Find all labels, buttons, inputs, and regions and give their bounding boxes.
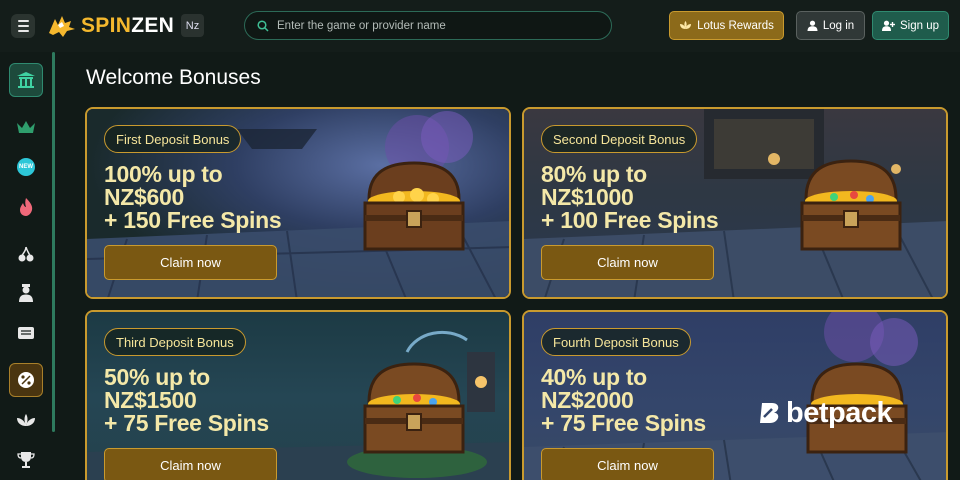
treasure-chest-illustration bbox=[800, 159, 902, 251]
offer-spins: + 75 Free Spins bbox=[104, 410, 269, 436]
wolf-logo-icon bbox=[49, 16, 75, 37]
bonus-offer: 80% up to NZ$1000 + 100 Free Spins bbox=[541, 161, 719, 233]
bonus-card: Fourth Deposit Bonus 40% up to NZ$2000 +… bbox=[522, 310, 948, 480]
search-icon bbox=[257, 19, 269, 32]
crown-icon bbox=[17, 120, 35, 133]
bonus-card: Third Deposit Bonus 50% up to NZ$1500 + … bbox=[85, 310, 511, 480]
offer-percent: 40% up to bbox=[541, 364, 647, 390]
top-header: SPINZEN Nz Lotus Rewards Log in Sign up bbox=[0, 0, 960, 52]
offer-percent: 100% up to bbox=[104, 161, 223, 187]
fire-icon bbox=[20, 198, 33, 216]
signup-button[interactable]: Sign up bbox=[872, 11, 949, 40]
offer-spins: + 150 Free Spins bbox=[104, 207, 282, 233]
signup-label: Sign up bbox=[899, 19, 939, 32]
bonus-offer: 100% up to NZ$600 + 150 Free Spins bbox=[104, 161, 282, 233]
page-title: Welcome Bonuses bbox=[86, 66, 261, 89]
claim-now-button[interactable]: Claim now bbox=[541, 245, 714, 280]
bonus-offer: 50% up to NZ$1500 + 75 Free Spins bbox=[104, 366, 269, 435]
login-label: Log in bbox=[822, 19, 855, 32]
betpack-logo-icon bbox=[760, 403, 779, 423]
claim-now-button[interactable]: Claim now bbox=[104, 245, 277, 280]
bonus-badge: Second Deposit Bonus bbox=[541, 125, 698, 153]
bonus-offer: 40% up to NZ$2000 + 75 Free Spins bbox=[541, 366, 706, 435]
bonus-badge: First Deposit Bonus bbox=[104, 125, 242, 153]
lotus-rewards-label: Lotus Rewards bbox=[697, 19, 774, 32]
sidebar-item-new[interactable]: NEW bbox=[9, 150, 43, 184]
sidebar-item-home[interactable] bbox=[9, 63, 43, 97]
lotus-icon bbox=[17, 414, 35, 426]
offer-amount: NZ$2000 bbox=[541, 387, 634, 413]
trophy-icon bbox=[17, 452, 35, 468]
new-badge-icon: NEW bbox=[17, 158, 35, 176]
percent-icon bbox=[18, 372, 34, 388]
offer-amount: NZ$1000 bbox=[541, 184, 634, 210]
temple-icon bbox=[17, 72, 35, 88]
search-bar[interactable] bbox=[244, 11, 612, 40]
sidebar-scrollbar[interactable] bbox=[52, 52, 55, 432]
ticket-icon bbox=[18, 327, 34, 339]
sidebar-item-hot[interactable] bbox=[9, 190, 43, 224]
cherries-icon bbox=[18, 246, 34, 262]
offer-percent: 80% up to bbox=[541, 161, 647, 187]
hamburger-menu-icon[interactable] bbox=[11, 14, 35, 38]
bonus-card: First Deposit Bonus 100% up to NZ$600 + … bbox=[85, 107, 511, 299]
bonus-card: Second Deposit Bonus 80% up to NZ$1000 +… bbox=[522, 107, 948, 299]
sidebar-item-vip[interactable] bbox=[9, 110, 43, 144]
country-selector[interactable]: Nz bbox=[181, 14, 204, 37]
treasure-chest-illustration bbox=[363, 161, 465, 251]
sidebar-item-promotions[interactable] bbox=[9, 363, 43, 397]
offer-amount: NZ$600 bbox=[104, 184, 185, 210]
user-icon bbox=[807, 20, 818, 31]
sidebar-item-rewards[interactable] bbox=[9, 404, 43, 438]
bonus-badge: Third Deposit Bonus bbox=[104, 328, 246, 356]
claim-now-button[interactable]: Claim now bbox=[541, 448, 714, 480]
sidebar-item-live-casino[interactable] bbox=[9, 276, 43, 310]
offer-percent: 50% up to bbox=[104, 364, 210, 390]
offer-amount: NZ$1500 bbox=[104, 387, 197, 413]
offer-spins: + 100 Free Spins bbox=[541, 207, 719, 233]
offer-spins: + 75 Free Spins bbox=[541, 410, 706, 436]
lotus-rewards-button[interactable]: Lotus Rewards bbox=[669, 11, 784, 40]
sidebar-item-slots[interactable] bbox=[9, 237, 43, 271]
bonus-badge: Fourth Deposit Bonus bbox=[541, 328, 691, 356]
lotus-icon bbox=[680, 21, 692, 29]
claim-now-button[interactable]: Claim now bbox=[104, 448, 277, 480]
watermark-text: betpack bbox=[786, 396, 893, 429]
treasure-chest-illustration bbox=[363, 362, 465, 454]
user-plus-icon bbox=[881, 20, 895, 31]
sidebar-item-lottery[interactable] bbox=[9, 316, 43, 350]
dealer-icon bbox=[19, 284, 33, 302]
logo-text: SPINZEN bbox=[81, 14, 175, 37]
login-button[interactable]: Log in bbox=[796, 11, 865, 40]
betpack-watermark: betpack bbox=[758, 396, 893, 430]
sidebar-item-tournaments[interactable] bbox=[9, 443, 43, 477]
search-input[interactable] bbox=[277, 19, 597, 32]
logo[interactable]: SPINZEN bbox=[47, 11, 174, 41]
